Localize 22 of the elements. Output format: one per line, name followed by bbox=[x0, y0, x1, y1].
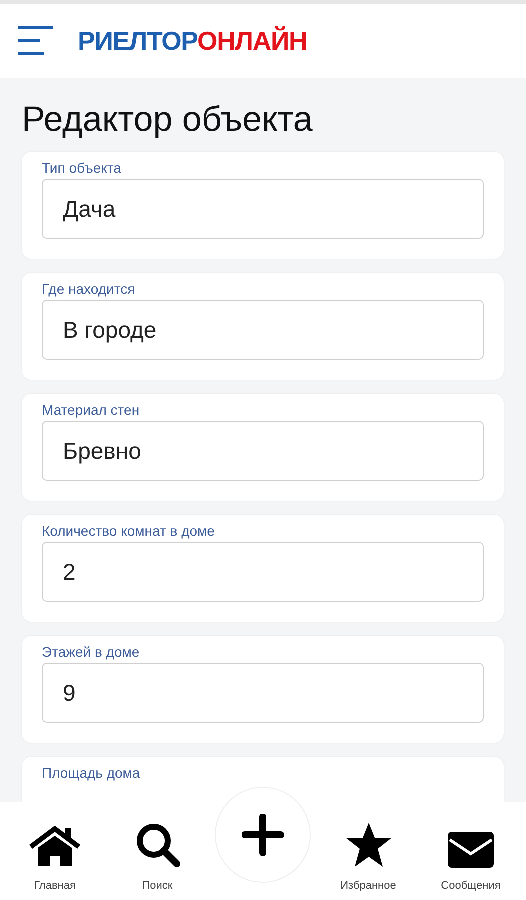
input-field[interactable]: В городе bbox=[42, 300, 484, 360]
plus-icon bbox=[242, 814, 284, 856]
input-field[interactable]: Бревно bbox=[42, 421, 484, 481]
field-label: Площадь дома bbox=[42, 765, 142, 781]
home-icon bbox=[29, 826, 81, 868]
field-label: Этажей в доме bbox=[42, 644, 141, 660]
nav-tab[interactable]: Главная bbox=[10, 802, 100, 894]
field-label: Количество комнат в доме bbox=[42, 523, 216, 539]
field-label: Где находится bbox=[42, 281, 136, 297]
input-field[interactable]: 2 bbox=[42, 542, 484, 602]
nav-tab[interactable]: Сообщения bbox=[426, 802, 516, 894]
search-icon bbox=[134, 822, 180, 868]
field-label: Тип объекта bbox=[42, 160, 122, 176]
page-title: Редактор объекта bbox=[22, 99, 314, 141]
menu-icon[interactable] bbox=[17, 26, 53, 56]
nav-tab[interactable]: Избранное bbox=[324, 802, 414, 894]
input-field[interactable]: Дача bbox=[42, 179, 484, 239]
field-label: Материал стен bbox=[42, 402, 141, 418]
input-field[interactable]: 9 bbox=[42, 663, 484, 723]
mail-icon bbox=[448, 832, 494, 868]
nav-tab[interactable]: Поиск bbox=[112, 802, 202, 894]
star-icon bbox=[344, 822, 392, 868]
